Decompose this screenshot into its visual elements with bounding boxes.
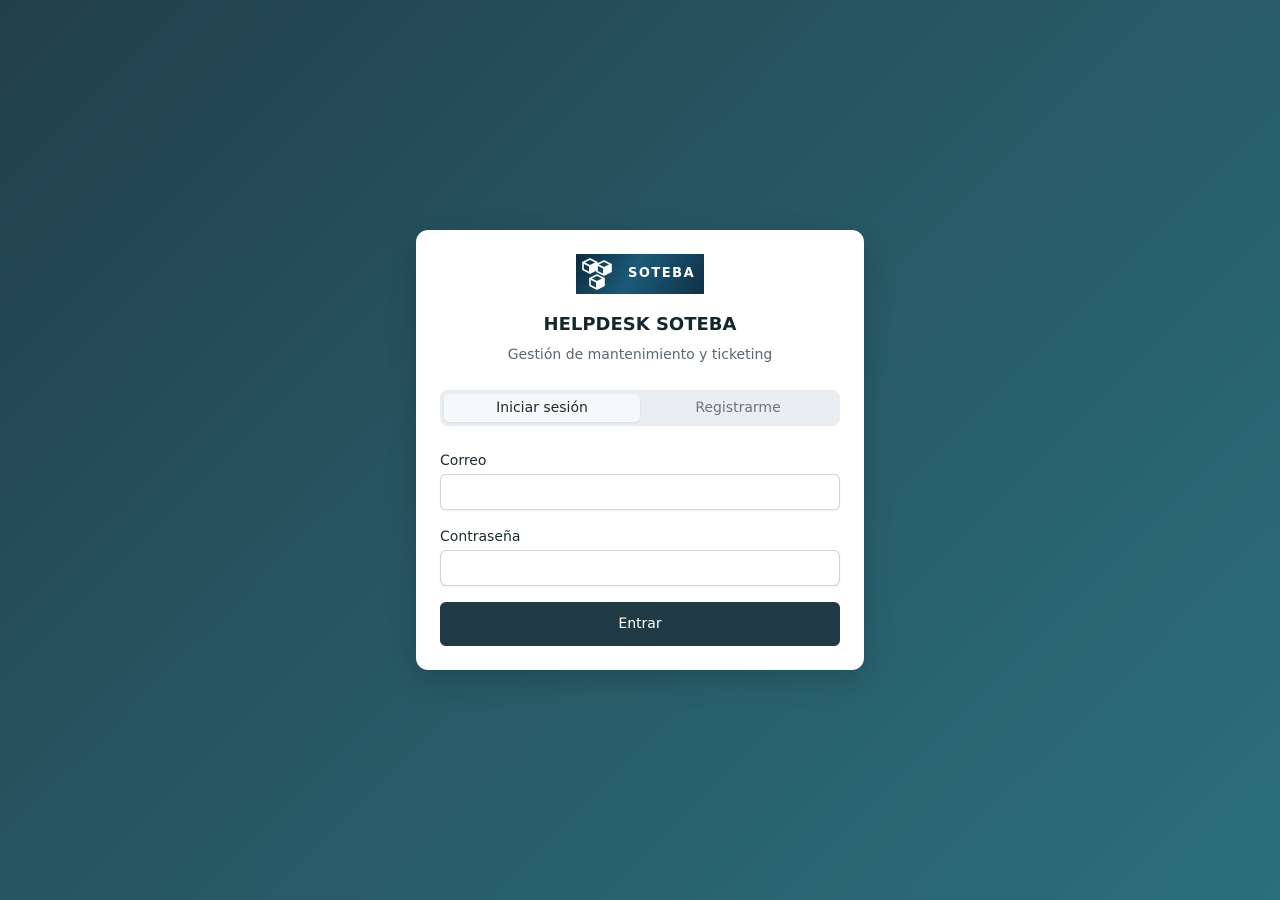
- tab-login[interactable]: Iniciar sesión: [444, 394, 640, 422]
- page-subtitle: Gestión de mantenimiento y ticketing: [507, 347, 773, 363]
- email-field[interactable]: [440, 474, 840, 510]
- submit-button[interactable]: Entrar: [440, 602, 840, 646]
- auth-tabs: Iniciar sesión Registrarme: [440, 390, 840, 426]
- email-label: Correo: [440, 453, 487, 469]
- login-card: SOTEBA HELPDESK SOTEBA Gestión de manten…: [416, 230, 864, 670]
- tab-register[interactable]: Registrarme: [640, 394, 836, 422]
- password-label: Contraseña: [440, 529, 521, 545]
- logo-wordmark: SOTEBA: [628, 266, 696, 281]
- soteba-logo: SOTEBA: [576, 254, 704, 294]
- cubes-icon: [582, 258, 612, 290]
- page-title: HELPDESK SOTEBA: [543, 314, 737, 335]
- password-field[interactable]: [440, 550, 840, 586]
